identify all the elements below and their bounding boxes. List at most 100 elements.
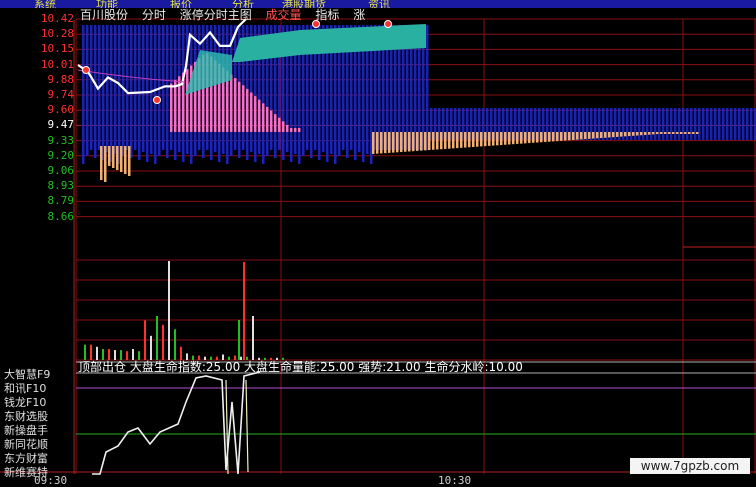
sell-volume-bar [632,132,635,136]
capital-flow-bar [82,25,85,150]
sell-volume-bar [472,132,475,147]
capital-flow-bar [262,140,265,164]
capital-flow-bar [118,25,121,150]
sell-volume-bar [460,132,463,148]
sell-volume-bar [444,132,447,149]
tab-intraday[interactable]: 分时 [142,8,166,22]
price-label: 9.20 [47,148,75,162]
sell-volume-bar [128,146,131,176]
time-label-open: 09:30 [34,474,68,487]
sell-volume-bar [648,132,651,135]
capital-flow-bar [190,140,193,164]
price-label: 10.42 [40,12,74,25]
capital-flow-bar [730,108,733,140]
capital-flow-bar [130,25,133,150]
capital-flow-bar [126,25,129,150]
capital-flow-bar [150,25,153,150]
price-label: 8.93 [47,179,75,193]
capital-flow-bar [226,140,229,164]
capital-flow-bar [94,140,97,158]
sell-volume-bar [396,132,399,153]
sidebar-item-eastmoney-picker[interactable]: 东财选股 [0,408,74,423]
price-label: 8.66 [47,209,75,223]
tab-limit-up-main[interactable]: 涨停分时主图 [180,8,252,22]
sidebar-item-new-ths[interactable]: 新同花顺 [0,436,74,451]
sell-volume-bar [572,132,575,140]
volume-bar [150,335,152,360]
capital-flow-bar [742,108,745,140]
price-label: 9.88 [47,72,75,86]
sell-volume-bar [388,132,391,153]
capital-flow-bar [258,140,261,154]
capital-flow-bar [750,108,753,140]
sell-volume-bar [680,132,683,134]
capital-flow-bar [698,108,701,140]
sidebar-item-qianlong-f10[interactable]: 钱龙F10 [0,394,74,409]
capital-flow-bar [114,25,117,150]
capital-flow-bar [154,25,157,150]
sidebar-item-new-trader[interactable]: 新操盘手 [0,422,74,437]
capital-flow-bar [186,140,189,154]
buy-volume-bar [254,96,257,132]
signal-marker [82,66,90,74]
capital-flow-bar [90,140,93,148]
capital-flow-bar [142,25,145,150]
sell-volume-bar [376,132,379,154]
sell-volume-bar [664,132,667,134]
sidebar-item-hexun-f10[interactable]: 和讯F10 [0,380,74,395]
capital-flow-bar [302,140,305,156]
sell-volume-bar [628,132,631,137]
capital-flow-bar [330,140,333,154]
tab-indicator[interactable]: 指标 [315,8,339,22]
sell-volume-bar [596,132,599,139]
capital-flow-bar [326,140,329,162]
stock-name[interactable]: 百川股份 [80,8,128,22]
capital-flow-bar [718,108,721,140]
sell-volume-bar [544,132,547,142]
price-label: 9.74 [47,88,75,101]
capital-flow-bar [682,108,685,140]
sell-volume-bar [452,132,455,149]
capital-flow-bar [290,140,293,162]
tab-volume[interactable]: 成交量 [266,8,302,22]
capital-flow-bar [358,140,361,152]
buy-volume-bar [294,128,297,132]
capital-flow-bar [194,140,197,156]
sell-volume-bar [684,132,687,134]
sell-volume-bar [532,132,535,143]
capital-flow-bar [162,140,165,148]
capital-flow-bar [670,108,673,140]
sell-volume-bar [420,132,423,151]
sidebar-item-dzh-f9[interactable]: 大智慧F9 [0,366,74,381]
sell-volume-bar [100,146,103,180]
sell-volume-bar [556,132,559,142]
sidebar-item-eastmoney[interactable]: 东方财富 [0,450,74,465]
sell-volume-bar [512,132,515,145]
capital-flow-bar [238,140,241,158]
sell-volume-bar [124,146,127,174]
capital-flow-bar [342,140,345,148]
sell-volume-bar [412,132,415,152]
sell-volume-bar [548,132,551,142]
capital-flow-bar [234,140,237,148]
capital-flow-bar [134,25,137,150]
price-label: 9.33 [47,133,75,147]
buy-volume-bar [170,83,173,132]
capital-flow-bar [254,140,257,162]
volume-bar [252,316,254,360]
capital-flow-bar [134,140,137,150]
sell-volume-bar [424,132,427,151]
capital-flow-bar [170,140,173,150]
sell-volume-bar [516,132,519,144]
sell-volume-bar [476,132,479,147]
sell-volume-bar [448,132,451,149]
sell-volume-bar [696,132,699,134]
buy-volume-bar [282,121,285,132]
buy-volume-bar [242,85,245,132]
capital-flow-bar [710,108,713,140]
sell-volume-bar [436,132,439,150]
price-band-area [232,24,426,62]
price-label: 9.06 [47,164,75,177]
tab-more[interactable]: 涨 [353,8,365,22]
buy-volume-bar [290,128,293,132]
